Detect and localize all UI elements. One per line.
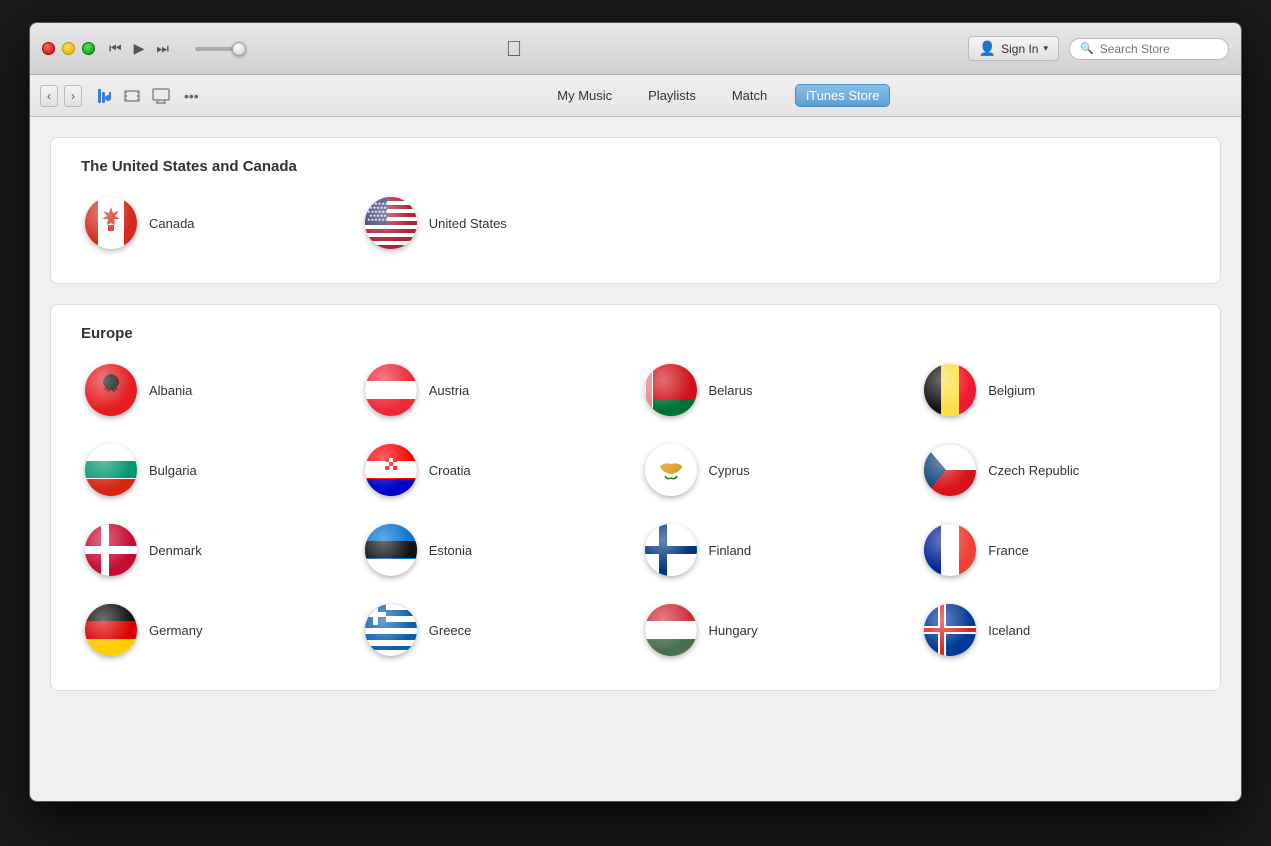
flag-belgium xyxy=(924,364,976,416)
section-europe-title: Europe xyxy=(81,325,1190,342)
flag-albania xyxy=(85,364,137,416)
country-iceland[interactable]: Iceland xyxy=(920,600,1190,660)
country-cyprus[interactable]: Cyprus xyxy=(641,440,911,500)
country-denmark[interactable]: Denmark xyxy=(81,520,351,580)
flag-denmark xyxy=(85,524,137,576)
country-cyprus-label: Cyprus xyxy=(709,463,750,478)
country-finland-label: Finland xyxy=(709,543,752,558)
country-greece[interactable]: Greece xyxy=(361,600,631,660)
section-us-canada: The United States and Canada xyxy=(50,137,1221,284)
country-estonia[interactable]: Estonia xyxy=(361,520,631,580)
toolbar-nav: My Music Playlists Match iTunes Store xyxy=(549,84,890,107)
flag-hungary xyxy=(645,604,697,656)
tab-playlists[interactable]: Playlists xyxy=(640,84,704,107)
country-belarus[interactable]: Belarus xyxy=(641,360,911,420)
search-bar[interactable]: 🔍 xyxy=(1069,38,1229,60)
country-denmark-label: Denmark xyxy=(149,543,202,558)
search-icon: 🔍 xyxy=(1080,42,1094,55)
country-usa[interactable]: ★★★★★★ ★★★★★ ★★★★★★ ★★★★★ ★★★★★★ United … xyxy=(361,193,631,253)
country-canada[interactable]: Canada xyxy=(81,193,351,253)
back-button[interactable]: ‹ xyxy=(40,85,58,107)
forward-button[interactable]: › xyxy=(64,85,82,107)
titlebar-right: 👤 Sign In ▾ 🔍 xyxy=(968,36,1229,61)
country-hungary-label: Hungary xyxy=(709,623,758,638)
country-hungary[interactable]: Hungary xyxy=(641,600,911,660)
flag-france xyxy=(924,524,976,576)
fast-forward-button[interactable]: ⏭ xyxy=(154,38,171,59)
close-button[interactable] xyxy=(42,42,55,55)
flag-usa: ★★★★★★ ★★★★★ ★★★★★★ ★★★★★ ★★★★★★ xyxy=(365,197,417,249)
country-croatia[interactable]: Croatia xyxy=(361,440,631,500)
country-france[interactable]: France xyxy=(920,520,1190,580)
flag-cyprus xyxy=(645,444,697,496)
flag-austria xyxy=(365,364,417,416)
content: The United States and Canada xyxy=(30,117,1241,801)
us-canada-grid: Canada xyxy=(81,193,1190,253)
user-icon: 👤 xyxy=(979,40,996,57)
play-button[interactable]: ▶ xyxy=(132,38,147,59)
volume-slider[interactable] xyxy=(195,47,275,51)
search-input[interactable] xyxy=(1100,42,1220,56)
view-icons xyxy=(92,85,174,107)
country-greece-label: Greece xyxy=(429,623,472,638)
titlebar: ⏮ ▶ ⏭  👤 Sign In ▾ 🔍 xyxy=(30,23,1241,75)
minimize-button[interactable] xyxy=(62,42,75,55)
country-austria[interactable]: Austria xyxy=(361,360,631,420)
country-iceland-label: Iceland xyxy=(988,623,1030,638)
country-albania-label: Albania xyxy=(149,383,192,398)
country-albania[interactable]: Albania xyxy=(81,360,351,420)
music-view-button[interactable] xyxy=(92,85,116,107)
flag-germany xyxy=(85,604,137,656)
country-bulgaria[interactable]: Bulgaria xyxy=(81,440,351,500)
flag-bulgaria xyxy=(85,444,137,496)
flag-czech xyxy=(924,444,976,496)
country-austria-label: Austria xyxy=(429,383,469,398)
country-germany-label: Germany xyxy=(149,623,202,638)
country-belgium[interactable]: Belgium xyxy=(920,360,1190,420)
country-germany[interactable]: Germany xyxy=(81,600,351,660)
section-us-canada-title: The United States and Canada xyxy=(81,158,1190,175)
tab-my-music[interactable]: My Music xyxy=(549,84,620,107)
rewind-button[interactable]: ⏮ xyxy=(107,38,124,59)
flag-canada xyxy=(85,197,137,249)
svg-text:★★★★★★: ★★★★★★ xyxy=(367,217,389,222)
movies-view-button[interactable] xyxy=(120,85,144,107)
country-estonia-label: Estonia xyxy=(429,543,472,558)
flag-estonia xyxy=(365,524,417,576)
sign-in-button[interactable]: 👤 Sign In ▾ xyxy=(968,36,1059,61)
volume-thumb xyxy=(232,42,246,56)
tv-view-button[interactable] xyxy=(148,85,174,107)
country-belgium-label: Belgium xyxy=(988,383,1035,398)
transport-controls: ⏮ ▶ ⏭ xyxy=(107,38,171,59)
maximize-button[interactable] xyxy=(82,42,95,55)
country-canada-label: Canada xyxy=(149,216,195,231)
country-finland[interactable]: Finland xyxy=(641,520,911,580)
apple-logo:  xyxy=(506,36,523,62)
flag-greece xyxy=(365,604,417,656)
flag-belarus xyxy=(645,364,697,416)
toolbar: ‹ › xyxy=(30,75,1241,117)
traffic-lights xyxy=(42,42,95,55)
flag-iceland xyxy=(924,604,976,656)
more-button[interactable]: ••• xyxy=(180,86,203,106)
flag-croatia xyxy=(365,444,417,496)
country-belarus-label: Belarus xyxy=(709,383,753,398)
country-bulgaria-label: Bulgaria xyxy=(149,463,197,478)
tab-match[interactable]: Match xyxy=(724,84,775,107)
sign-in-label: Sign In xyxy=(1001,42,1038,56)
europe-grid: Albania Austria xyxy=(81,360,1190,660)
flag-finland xyxy=(645,524,697,576)
chevron-down-icon: ▾ xyxy=(1043,43,1048,54)
country-czech[interactable]: Czech Republic xyxy=(920,440,1190,500)
country-usa-label: United States xyxy=(429,216,507,231)
section-europe: Europe Albania xyxy=(50,304,1221,691)
country-croatia-label: Croatia xyxy=(429,463,471,478)
country-czech-label: Czech Republic xyxy=(988,463,1079,478)
country-france-label: France xyxy=(988,543,1028,558)
tab-itunes-store[interactable]: iTunes Store xyxy=(795,84,890,107)
